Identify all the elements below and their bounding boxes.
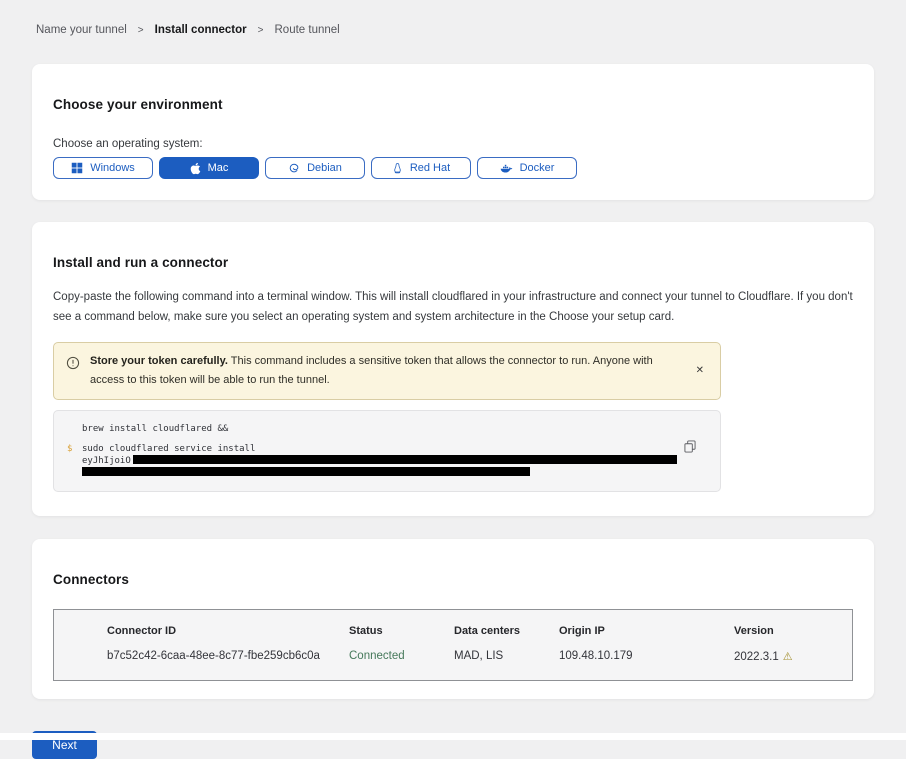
os-button-windows[interactable]: Windows — [53, 157, 153, 179]
environment-card: Choose your environment Choose an operat… — [32, 64, 874, 200]
redacted-token-bar — [82, 467, 530, 476]
breadcrumb-separator: > — [138, 25, 144, 36]
code-gutter — [67, 424, 82, 435]
token-prefix: eyJhIjoiO — [82, 456, 131, 466]
code-command: sudo cloudflared service install — [82, 444, 255, 454]
connectors-card: Connectors Connector ID Status Data cent… — [32, 539, 874, 699]
code-line-install: $ sudo cloudflared service install eyJhI… — [67, 444, 680, 479]
data-centers-value: MAD, LIS — [454, 650, 559, 662]
alert-message: Store your token carefully. This command… — [90, 352, 682, 389]
column-header-origin-ip: Origin IP — [559, 625, 734, 637]
redacted-token-bar — [133, 455, 677, 464]
alert-title: Store your token carefully. — [90, 355, 228, 367]
breadcrumb-install-connector[interactable]: Install connector — [155, 24, 247, 36]
windows-icon — [71, 162, 83, 174]
status-badge: Connected — [349, 650, 454, 662]
code-text-install: sudo cloudflared service install eyJhIjo… — [82, 444, 677, 479]
redhat-linux-icon — [392, 162, 403, 174]
copy-icon[interactable] — [682, 438, 698, 455]
install-connector-card: Install and run a connector Copy-paste t… — [32, 222, 874, 516]
breadcrumb-route-tunnel[interactable]: Route tunnel — [275, 24, 340, 36]
os-select-label: Choose an operating system: — [53, 138, 853, 150]
os-button-group: Windows Mac Debian — [53, 157, 853, 179]
os-button-label: Mac — [208, 162, 229, 174]
column-header-data-centers: Data centers — [454, 625, 559, 637]
install-command-codeblock: brew install cloudflared && $ sudo cloud… — [53, 410, 721, 492]
column-header-connector-id: Connector ID — [107, 625, 349, 637]
os-button-redhat[interactable]: Red Hat — [371, 157, 471, 179]
environment-card-title: Choose your environment — [53, 97, 853, 112]
os-button-label: Red Hat — [410, 162, 450, 174]
os-button-label: Docker — [520, 162, 555, 174]
os-button-label: Windows — [90, 162, 135, 174]
code-line-brew: brew install cloudflared && — [67, 424, 680, 435]
os-button-docker[interactable]: Docker — [477, 157, 577, 179]
breadcrumb-separator: > — [258, 25, 264, 36]
debian-icon — [288, 162, 300, 174]
column-header-version: Version — [734, 625, 842, 637]
shell-prompt: $ — [67, 444, 82, 479]
origin-ip-value: 109.48.10.179 — [559, 650, 734, 662]
apple-icon — [190, 162, 201, 175]
code-text-brew: brew install cloudflared && — [82, 424, 228, 435]
breadcrumb-name-your-tunnel[interactable]: Name your tunnel — [36, 24, 127, 36]
install-connector-title: Install and run a connector — [53, 255, 853, 270]
os-button-label: Debian — [307, 162, 342, 174]
connectors-table: Connector ID Status Data centers Origin … — [53, 609, 853, 681]
os-button-debian[interactable]: Debian — [265, 157, 365, 179]
token-warning-alert: Store your token carefully. This command… — [53, 342, 721, 399]
breadcrumb: Name your tunnel > Install connector > R… — [0, 0, 906, 36]
docker-icon — [500, 163, 513, 174]
os-button-mac[interactable]: Mac — [159, 157, 259, 179]
column-header-status: Status — [349, 625, 454, 637]
connectors-title: Connectors — [53, 572, 853, 587]
version-warning-icon: ⚠ — [783, 650, 793, 663]
page-content: Choose your environment Choose an operat… — [0, 64, 906, 759]
version-value: 2022.3.1 — [734, 651, 779, 663]
version-cell: 2022.3.1 ⚠ — [734, 650, 842, 663]
connector-id-value: b7c52c42-6caa-48ee-8c77-fbe259cb6c0a — [107, 650, 349, 662]
install-connector-description: Copy-paste the following command into a … — [53, 287, 853, 327]
bottom-page-edge — [0, 733, 906, 740]
alert-exclamation-icon — [66, 356, 80, 370]
alert-close-icon[interactable]: ✕ — [692, 363, 708, 378]
